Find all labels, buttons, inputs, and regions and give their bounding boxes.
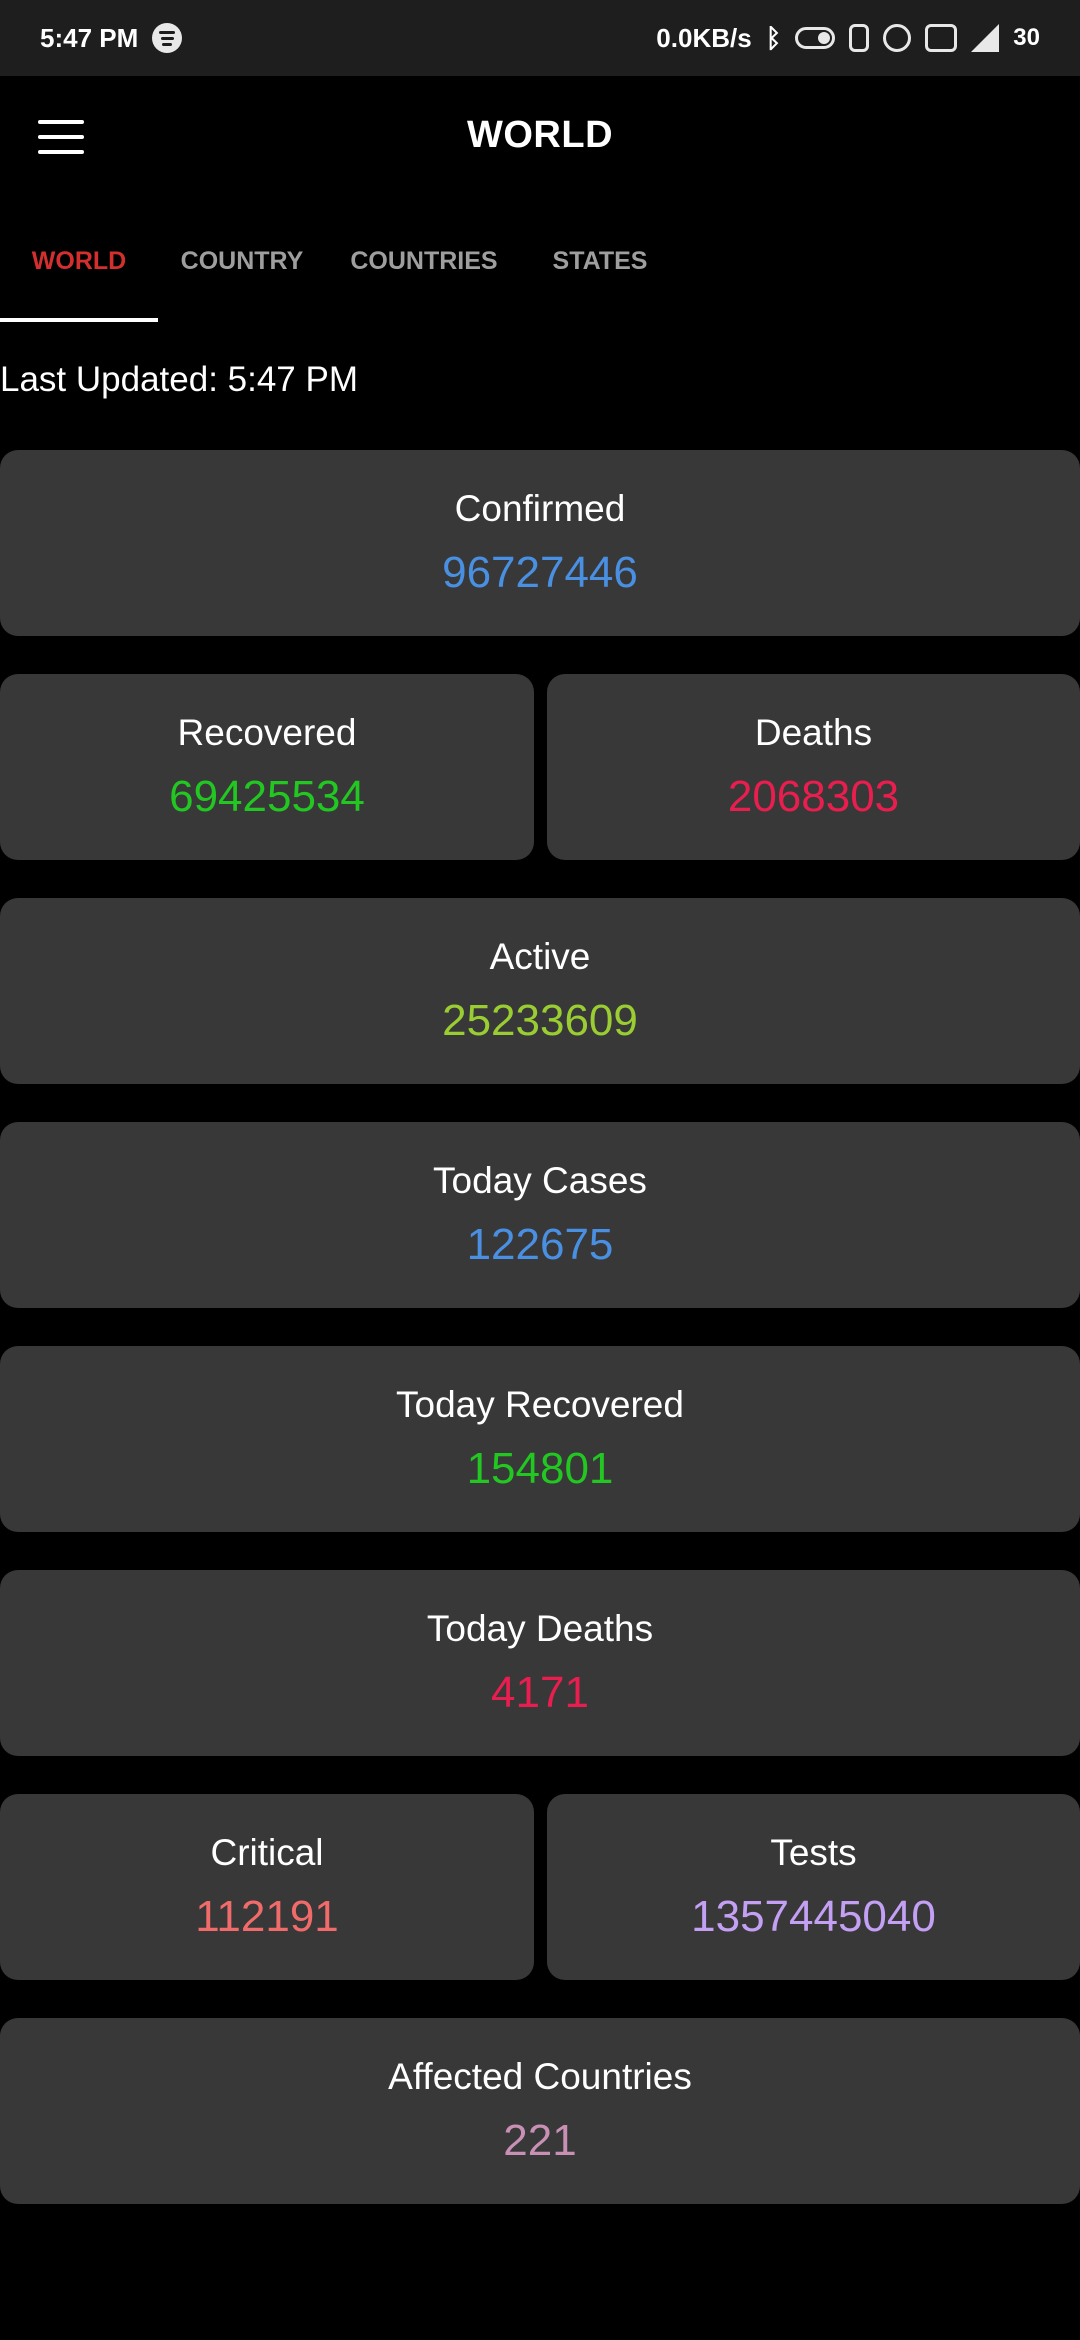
card-value: 69425534	[169, 772, 365, 821]
card-label: Today Deaths	[426, 1608, 654, 1649]
last-updated-text: Last Updated: 5:47 PM	[0, 360, 358, 399]
card-value: 112191	[195, 1892, 339, 1941]
card-value: 122675	[466, 1220, 614, 1269]
card-label: Tests	[770, 1832, 857, 1873]
card-label: Deaths	[754, 712, 873, 753]
status-bar-right: 0.0KB/s ᛒ 30	[656, 23, 1040, 54]
card-today-deaths: Today Deaths 4171	[0, 1570, 1080, 1756]
bluetooth-icon: ᛒ	[765, 22, 782, 53]
page-title: WORLD	[466, 114, 614, 156]
card-label: Today Recovered	[396, 1384, 684, 1425]
card-deaths: Deaths 2068303	[547, 674, 1080, 860]
tab-world[interactable]: WORLD	[0, 200, 158, 322]
card-tests: Tests 1357445040	[547, 1794, 1080, 1980]
card-recovered: Recovered 69425534	[0, 674, 534, 860]
vibrate-icon	[849, 24, 870, 52]
card-label: Active	[489, 936, 591, 977]
card-label: Confirmed	[454, 488, 626, 529]
card-value: 154801	[466, 1444, 614, 1493]
app-root: 5:47 PM 0.0KB/s ᛒ 30 WORLD WORLD COUNTRY…	[0, 0, 1080, 2340]
signal-icon	[971, 24, 1000, 52]
card-value: 96727446	[442, 548, 638, 597]
status-bar-left: 5:47 PM	[40, 22, 183, 54]
card-today-recovered: Today Recovered 154801	[0, 1346, 1080, 1532]
card-critical: Critical 112191	[0, 1794, 534, 1980]
card-label: Affected Countries	[388, 2056, 692, 2097]
battery-icon: 30	[1013, 24, 1040, 51]
card-value: 25233609	[442, 996, 638, 1045]
card-value: 1357445040	[691, 1892, 936, 1941]
card-affected-countries: Affected Countries 221	[0, 2018, 1080, 2204]
card-active: Active 25233609	[0, 898, 1080, 1084]
toggle-icon	[795, 27, 836, 49]
tab-countries[interactable]: COUNTRIES	[326, 200, 522, 322]
tab-bar: WORLD COUNTRY COUNTRIES STATES	[0, 200, 1080, 322]
spotify-icon	[152, 23, 183, 53]
app-bar: WORLD	[0, 76, 1080, 200]
card-confirmed: Confirmed 96727446	[0, 450, 1080, 636]
card-value: 221	[503, 2116, 577, 2165]
status-bar: 5:47 PM 0.0KB/s ᛒ 30	[0, 0, 1080, 76]
card-label: Recovered	[177, 712, 357, 753]
tab-states[interactable]: STATES	[522, 200, 678, 322]
tab-country[interactable]: COUNTRY	[158, 200, 326, 322]
alarm-icon	[883, 24, 912, 52]
card-value: 4171	[491, 1668, 589, 1717]
network-speed: 0.0KB/s	[656, 22, 752, 53]
card-label: Critical	[210, 1832, 324, 1873]
card-value: 2068303	[727, 772, 900, 821]
status-time: 5:47 PM	[40, 22, 139, 53]
card-label: Today Cases	[433, 1160, 647, 1201]
volte-icon	[925, 24, 958, 52]
card-today-cases: Today Cases 122675	[0, 1122, 1080, 1308]
